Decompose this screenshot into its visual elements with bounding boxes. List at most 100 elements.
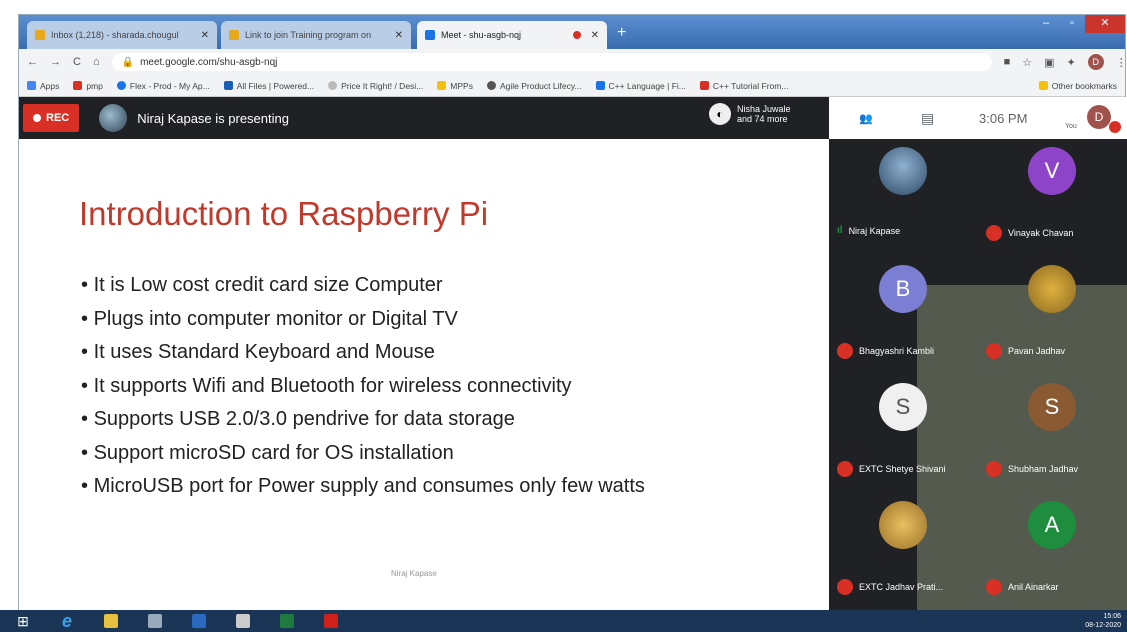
bullet-item: It supports Wifi and Bluetooth for wirel… xyxy=(81,370,645,404)
app-icon[interactable] xyxy=(226,612,260,630)
new-tab-button[interactable]: + xyxy=(617,24,626,42)
bookmark-agile[interactable]: Agile Product Lifecy... xyxy=(486,81,582,91)
windows-taskbar: ⊞ e 15:06 08-12-2020 xyxy=(0,610,1127,632)
record-icon xyxy=(33,114,41,122)
tab-meet[interactable]: Meet - shu-asgb-nqj ✕ xyxy=(417,21,607,49)
mic-muted-icon xyxy=(837,579,853,595)
folder-icon xyxy=(1038,81,1048,90)
internet-explorer-icon[interactable]: e xyxy=(50,611,84,631)
bookmark-cpp-language[interactable]: C++ Language | Fi... xyxy=(595,81,686,91)
participant-tile[interactable]: V Vinayak Chavan xyxy=(978,139,1127,257)
bookmark-flex[interactable]: Flex - Prod - My Ap... xyxy=(116,81,210,91)
bookmark-mpps[interactable]: MPPs xyxy=(437,81,473,91)
mic-muted-icon xyxy=(986,579,1002,595)
address-bar-row: ← → C ⌂ 🔒 meet.google.com/shu-asgb-nqj ■… xyxy=(19,49,1127,75)
close-icon[interactable]: ✕ xyxy=(591,30,599,41)
participants-summary[interactable]: ◐ Nisha Juwale and 74 more xyxy=(709,103,791,125)
bookmark-icon xyxy=(486,81,496,90)
people-icon[interactable]: 👥 xyxy=(859,112,873,125)
bookmark-icon xyxy=(595,81,605,90)
mic-muted-icon xyxy=(986,461,1002,477)
gmail-icon xyxy=(229,30,239,40)
tab-strip: Inbox (1,218) - sharada.chougul ✕ Link t… xyxy=(19,15,1125,49)
slide-bullets: It is Low cost credit card size Computer… xyxy=(81,269,645,504)
puzzle-icon[interactable]: ✦ xyxy=(1067,56,1076,69)
avatar xyxy=(879,147,927,195)
star-icon[interactable]: ☆ xyxy=(1022,56,1032,69)
outlook-icon[interactable] xyxy=(182,612,216,630)
forward-icon[interactable]: → xyxy=(50,56,61,68)
url-field[interactable]: 🔒 meet.google.com/shu-asgb-nqj xyxy=(111,53,992,71)
bookmark-pmp[interactable]: pmp xyxy=(73,81,103,91)
avatar: V xyxy=(1028,147,1076,195)
meet-top-right-bar: 👥 ▤ 3:06 PM You D xyxy=(829,97,1127,139)
slide-title: Introduction to Raspberry Pi xyxy=(79,195,489,232)
recording-dot-icon xyxy=(572,31,581,39)
bookmarks-bar: Apps pmp Flex - Prod - My Ap... All File… xyxy=(19,75,1125,97)
menu-icon[interactable]: ⋮ xyxy=(1116,56,1127,69)
globe-icon xyxy=(328,81,338,90)
meeting-time: 3:06 PM xyxy=(979,110,1028,126)
you-label: You xyxy=(1065,123,1077,130)
slide-footer: Niraj Kapase xyxy=(391,569,437,578)
bookmark-price-it-right[interactable]: Price It Right! / Desi... xyxy=(328,81,423,91)
bookmark-cpp-tutorial[interactable]: C++ Tutorial From... xyxy=(699,81,788,91)
mic-muted-icon xyxy=(837,343,853,359)
bullet-item: Plugs into computer monitor or Digital T… xyxy=(81,303,645,337)
chat-icon[interactable]: ▤ xyxy=(921,110,934,127)
excel-icon[interactable] xyxy=(270,612,304,630)
avatar: B xyxy=(879,265,927,313)
close-icon[interactable]: ✕ xyxy=(201,30,209,41)
profile-avatar[interactable]: D xyxy=(1087,54,1104,70)
extension-icon[interactable]: ▣ xyxy=(1044,56,1054,69)
avatar xyxy=(879,501,927,549)
avatar xyxy=(1028,265,1076,313)
avatar: ◐ xyxy=(709,103,731,125)
window-close-button[interactable]: ✕ xyxy=(1085,15,1125,33)
bullet-item: It uses Standard Keyboard and Mouse xyxy=(81,336,645,370)
file-explorer-icon[interactable] xyxy=(94,612,128,630)
bookmark-apps[interactable]: Apps xyxy=(27,81,59,91)
system-tray-clock[interactable]: 15:06 08-12-2020 xyxy=(1085,612,1121,630)
participant-tile[interactable]: EXTC Jadhav Prati... xyxy=(829,493,978,611)
bookmark-icon xyxy=(223,81,233,90)
participant-tile[interactable]: Pavan Jadhav xyxy=(978,257,1127,375)
maximize-button[interactable]: ▫ xyxy=(1059,15,1085,33)
presenter-text: Niraj Kapase is presenting xyxy=(137,110,289,126)
windows-start-icon[interactable]: ⊞ xyxy=(6,612,40,630)
tab-inbox[interactable]: Inbox (1,218) - sharada.chougul ✕ xyxy=(27,21,217,49)
mic-muted-icon xyxy=(986,343,1002,359)
reload-icon[interactable]: C xyxy=(73,56,81,68)
bullet-item: MicroUSB port for Power supply and consu… xyxy=(81,470,645,504)
camera-icon[interactable]: ■ xyxy=(1004,56,1011,68)
window-controls: – ▫ ✕ xyxy=(1033,15,1125,33)
participant-tile[interactable]: A Anil Ainarkar xyxy=(978,493,1127,611)
bookmark-other[interactable]: Other bookmarks xyxy=(1038,81,1117,91)
lock-icon: 🔒 xyxy=(121,56,135,68)
close-icon[interactable]: ✕ xyxy=(395,30,403,41)
presenter-avatar xyxy=(99,104,128,132)
bullet-item: It is Low cost credit card size Computer xyxy=(81,269,645,303)
youtube-icon xyxy=(699,81,709,90)
bookmark-all-files[interactable]: All Files | Powered... xyxy=(223,81,314,91)
back-icon[interactable]: ← xyxy=(27,56,38,68)
minimize-button[interactable]: – xyxy=(1033,15,1059,33)
participant-tile[interactable]: S EXTC Shetye Shivani xyxy=(829,375,978,493)
participant-tile[interactable]: ıl Niraj Kapase xyxy=(829,139,978,257)
home-icon[interactable]: ⌂ xyxy=(93,56,100,68)
meet-presentation-bar: REC Niraj Kapase is presenting ◐ Nisha J… xyxy=(19,97,829,139)
avatar: A xyxy=(1028,501,1076,549)
recording-badge[interactable]: REC xyxy=(23,104,80,132)
gmail-icon xyxy=(35,30,45,40)
self-avatar[interactable]: D xyxy=(1087,105,1111,129)
avatar: S xyxy=(1028,383,1076,431)
participant-tile[interactable]: S Shubham Jadhav xyxy=(978,375,1127,493)
participant-tile[interactable]: B Bhagyashri Kambli xyxy=(829,257,978,375)
tab-training-link[interactable]: Link to join Training program on ✕ xyxy=(221,21,411,49)
acrobat-icon[interactable] xyxy=(314,612,348,630)
folder-icon xyxy=(437,81,447,90)
document-icon[interactable] xyxy=(138,612,172,630)
participants-grid: ıl Niraj Kapase V Vinayak Chavan B Bhagya… xyxy=(829,139,1127,611)
mic-muted-icon xyxy=(986,225,1002,241)
presentation-slide: Introduction to Raspberry Pi It is Low c… xyxy=(19,139,829,611)
